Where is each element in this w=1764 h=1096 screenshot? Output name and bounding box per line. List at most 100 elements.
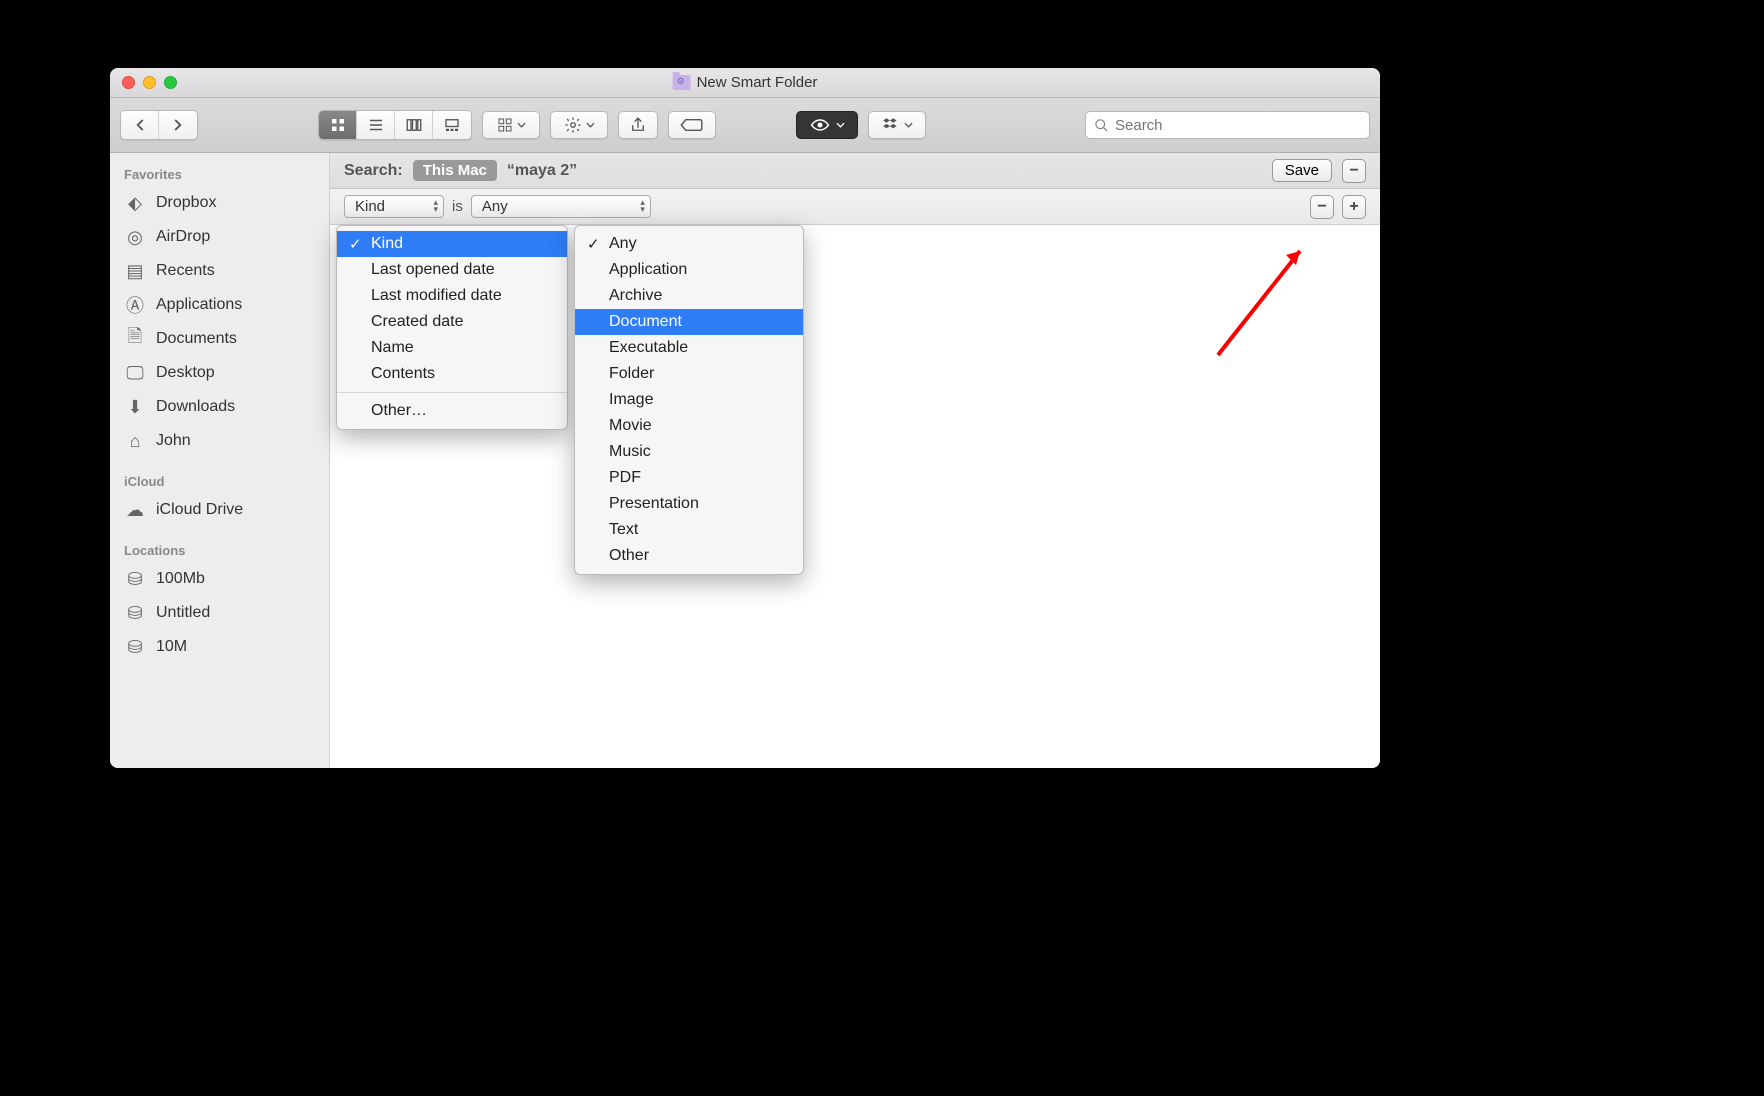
sidebar-item-label: 10M — [156, 638, 187, 656]
menu-item[interactable]: Presentation — [575, 491, 803, 517]
sidebar-item-label: Desktop — [156, 364, 215, 382]
criteria-attribute-select[interactable]: Kind ▴▾ — [344, 195, 444, 218]
columns-icon — [405, 116, 423, 134]
sidebar-item-home[interactable]: ⌂John — [110, 424, 329, 458]
remove-search-button[interactable]: − — [1342, 159, 1366, 183]
menu-item[interactable]: Executable — [575, 335, 803, 361]
minimize-button[interactable] — [143, 76, 156, 89]
tags-button[interactable] — [668, 111, 716, 139]
back-button[interactable] — [121, 111, 159, 139]
forward-button[interactable] — [159, 111, 197, 139]
criteria-value-select[interactable]: Any ▴▾ — [471, 195, 651, 218]
gallery-icon — [443, 116, 461, 134]
menu-item-label: Other… — [371, 402, 427, 419]
menu-item[interactable]: PDF — [575, 465, 803, 491]
scope-this-mac[interactable]: This Mac — [413, 160, 497, 181]
menu-item[interactable]: Text — [575, 517, 803, 543]
menu-item-label: Kind — [371, 235, 403, 252]
toolbar — [110, 98, 1380, 153]
menu-item[interactable]: Image — [575, 387, 803, 413]
recents-icon: ▤ — [124, 260, 146, 282]
remove-criteria-button[interactable]: − — [1310, 195, 1334, 219]
menu-item[interactable]: Last modified date — [337, 283, 567, 309]
chevron-down-icon — [586, 122, 595, 128]
dropbox-toolbar-button[interactable] — [868, 111, 926, 139]
scope-folder[interactable]: “maya 2” — [507, 162, 577, 180]
chevron-left-icon — [131, 116, 149, 134]
sidebar-item-disk[interactable]: ⛁Untitled — [110, 596, 329, 630]
menu-item[interactable]: Contents — [337, 361, 567, 387]
airdrop-icon: ◎ — [124, 226, 146, 248]
sidebar-item-applications[interactable]: Ⓐ Applications — [110, 288, 329, 322]
window-title-text: New Smart Folder — [697, 74, 818, 91]
menu-item[interactable]: Created date — [337, 309, 567, 335]
menu-item-label: Last modified date — [371, 287, 502, 304]
dropbox-icon: ⬖ — [124, 192, 146, 214]
home-icon: ⌂ — [124, 430, 146, 452]
sidebar-item-disk[interactable]: ⛁10M — [110, 630, 329, 664]
menu-item-label: Movie — [609, 417, 652, 434]
sidebar-item-downloads[interactable]: ⬇Downloads — [110, 390, 329, 424]
dropbox-icon — [882, 116, 900, 134]
group-by-button[interactable] — [482, 111, 540, 139]
menu-item-label: Name — [371, 339, 414, 356]
menu-item-label: Executable — [609, 339, 688, 356]
menu-item[interactable]: Archive — [575, 283, 803, 309]
main-area: Search: This Mac “maya 2” Save − Kind ▴▾… — [330, 153, 1380, 768]
column-view-button[interactable] — [395, 111, 433, 139]
close-button[interactable] — [122, 76, 135, 89]
search-field[interactable] — [1085, 111, 1370, 139]
sidebar-heading-locations: Locations — [110, 537, 329, 562]
menu-item-label: Created date — [371, 313, 464, 330]
menu-item[interactable]: Movie — [575, 413, 803, 439]
sidebar-item-icloud-drive[interactable]: ☁iCloud Drive — [110, 493, 329, 527]
search-scope-bar: Search: This Mac “maya 2” Save − — [330, 153, 1380, 189]
menu-separator — [337, 392, 567, 393]
sidebar-item-label: Downloads — [156, 398, 235, 416]
chevron-down-icon — [836, 122, 845, 128]
list-view-button[interactable] — [357, 111, 395, 139]
smart-folder-icon — [673, 75, 691, 90]
window-title: New Smart Folder — [673, 74, 818, 91]
chevron-down-icon — [517, 122, 526, 128]
sidebar-item-dropbox[interactable]: ⬖ Dropbox — [110, 186, 329, 220]
menu-item[interactable]: ✓Any — [575, 231, 803, 257]
save-button[interactable]: Save — [1272, 159, 1332, 182]
traffic-lights — [110, 76, 177, 89]
sidebar-item-desktop[interactable]: 🖵Desktop — [110, 356, 329, 390]
menu-item[interactable]: Document — [575, 309, 803, 335]
maximize-button[interactable] — [164, 76, 177, 89]
menu-item[interactable]: Other — [575, 543, 803, 569]
sidebar-item-label: iCloud Drive — [156, 501, 243, 519]
list-icon — [367, 116, 385, 134]
applications-icon: Ⓐ — [124, 294, 146, 316]
menu-item[interactable]: ✓Kind — [337, 231, 567, 257]
menu-item[interactable]: Name — [337, 335, 567, 361]
icon-view-button[interactable] — [319, 111, 357, 139]
action-button[interactable] — [550, 111, 608, 139]
menu-item-label: Other — [609, 547, 649, 564]
menu-item[interactable]: Folder — [575, 361, 803, 387]
menu-item[interactable]: Application — [575, 257, 803, 283]
add-criteria-button[interactable]: + — [1342, 195, 1366, 219]
sidebar-item-recents[interactable]: ▤Recents — [110, 254, 329, 288]
share-button[interactable] — [618, 111, 658, 139]
sidebar-item-label: Dropbox — [156, 194, 216, 212]
sidebar-item-disk[interactable]: ⛁100Mb — [110, 562, 329, 596]
disk-icon: ⛁ — [124, 568, 146, 590]
sidebar-item-label: AirDrop — [156, 228, 210, 246]
finder-window: New Smart Folder — [110, 68, 1380, 768]
sidebar-item-airdrop[interactable]: ◎ AirDrop — [110, 220, 329, 254]
gallery-view-button[interactable] — [433, 111, 471, 139]
menu-item[interactable]: Music — [575, 439, 803, 465]
menu-item[interactable]: Last opened date — [337, 257, 567, 283]
updown-icon: ▴▾ — [640, 199, 645, 213]
eye-icon — [810, 115, 830, 135]
menu-item-label: PDF — [609, 469, 641, 486]
privacy-button[interactable] — [796, 111, 858, 139]
sidebar-item-documents[interactable]: 🗎Documents — [110, 322, 329, 356]
sidebar-item-label: Applications — [156, 296, 242, 314]
menu-item-other[interactable]: Other… — [337, 398, 567, 424]
search-input[interactable] — [1115, 117, 1361, 134]
chevron-right-icon — [169, 116, 187, 134]
